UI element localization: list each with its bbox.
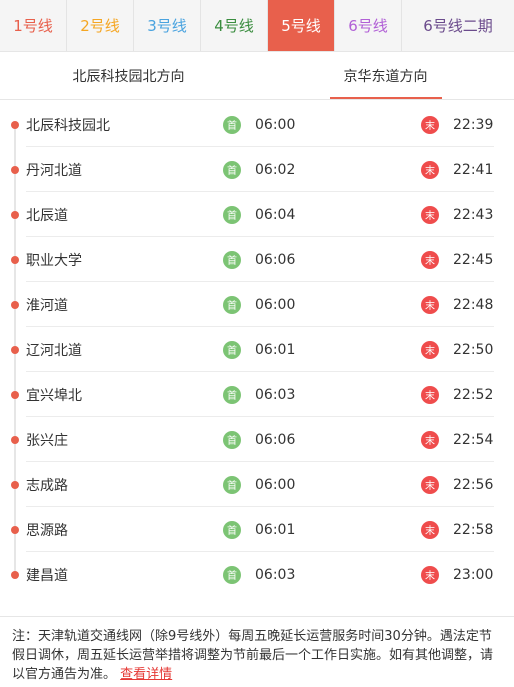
station-row: 宜兴埠北 首 06:03 末 22:52 (0, 372, 514, 417)
line-tab-1[interactable]: 1号线 (0, 0, 67, 51)
last-train-badge: 末 (421, 160, 439, 179)
last-train-time: 22:41 (453, 161, 494, 178)
service-note: 注：天津轨道交通线网（除9号线外）每周五晚延长运营服务时间30分钟。遇法定节假日… (0, 616, 514, 687)
last-train-time: 22:54 (453, 431, 494, 448)
first-train-badge: 首 (223, 295, 241, 314)
first-train-badge: 首 (223, 205, 241, 224)
last-train-time: 22:48 (453, 296, 494, 313)
last-train-time: 23:00 (453, 566, 494, 583)
first-train-badge: 首 (223, 160, 241, 179)
station-row: 思源路 首 06:01 末 22:58 (0, 507, 514, 552)
last-train-time: 22:43 (453, 206, 494, 223)
station-name: 淮河道 (26, 297, 68, 314)
first-train-time: 06:01 (255, 521, 296, 538)
last-train-time: 22:52 (453, 386, 494, 403)
last-train-badge: 末 (421, 115, 439, 134)
station-name: 辽河北道 (26, 342, 82, 359)
station-dot (11, 255, 19, 264)
first-train-time: 06:06 (255, 251, 296, 268)
station-dot (11, 300, 19, 309)
line-tabs: 1号线 2号线 3号线 4号线 5号线 6号线 6号线二期 (0, 0, 514, 52)
line-tab-3[interactable]: 3号线 (134, 0, 201, 51)
first-train-badge: 首 (223, 520, 241, 539)
station-dot (11, 390, 19, 399)
last-train-time: 22:50 (453, 341, 494, 358)
direction-tab-1[interactable]: 北辰科技园北方向 (0, 52, 257, 99)
first-train-time: 06:02 (255, 161, 296, 178)
last-train-badge: 末 (421, 385, 439, 404)
line-tab-5[interactable]: 5号线 (268, 0, 335, 51)
station-name: 北辰道 (26, 207, 68, 224)
first-train-time: 06:06 (255, 431, 296, 448)
station-dot (11, 480, 19, 489)
station-name: 北辰科技园北 (26, 117, 110, 134)
station-name: 张兴庄 (26, 432, 68, 449)
first-train-badge: 首 (223, 430, 241, 449)
station-dot (11, 570, 19, 579)
first-train-badge: 首 (223, 565, 241, 584)
station-name: 建昌道 (26, 567, 68, 584)
last-train-badge: 末 (421, 520, 439, 539)
station-dot (11, 120, 19, 129)
direction-tabs: 北辰科技园北方向 京华东道方向 (0, 52, 514, 100)
station-dot (11, 435, 19, 444)
view-details-link[interactable]: 查看详情 (120, 667, 172, 682)
direction-tab-2[interactable]: 京华东道方向 (257, 52, 514, 99)
service-note-text: 注：天津轨道交通线网（除9号线外）每周五晚延长运营服务时间30分钟。遇法定节假日… (12, 629, 494, 682)
last-train-badge: 末 (421, 250, 439, 269)
station-row: 张兴庄 首 06:06 末 22:54 (0, 417, 514, 462)
first-train-time: 06:01 (255, 341, 296, 358)
station-dot (11, 165, 19, 174)
station-row: 职业大学 首 06:06 末 22:45 (0, 237, 514, 282)
station-row: 淮河道 首 06:00 末 22:48 (0, 282, 514, 327)
first-train-time: 06:03 (255, 566, 296, 583)
last-train-time: 22:58 (453, 521, 494, 538)
line-tab-4[interactable]: 4号线 (201, 0, 268, 51)
last-train-time: 22:45 (453, 251, 494, 268)
station-list: 北辰科技园北首 06:00 末 22:39 丹河北道首 06:02 末 22:41 北辰道首 06… (0, 102, 514, 597)
line-tab-7[interactable]: 6号线二期 (402, 0, 514, 51)
line-tab-6[interactable]: 6号线 (335, 0, 402, 51)
first-train-time: 06:04 (255, 206, 296, 223)
last-train-badge: 末 (421, 295, 439, 314)
station-dot (11, 345, 19, 354)
first-train-badge: 首 (223, 475, 241, 494)
station-row: 北辰道 首 06:04 末 22:43 (0, 192, 514, 237)
last-train-badge: 末 (421, 340, 439, 359)
station-row: 丹河北道 首 06:02 末 22:41 (0, 147, 514, 192)
first-train-time: 06:00 (255, 296, 296, 313)
station-dot (11, 210, 19, 219)
station-row: 北辰科技园北 首 06:00 末 22:39 (0, 102, 514, 147)
last-train-time: 22:56 (453, 476, 494, 493)
first-train-badge: 首 (223, 340, 241, 359)
station-name: 职业大学 (26, 252, 82, 269)
first-train-badge: 首 (223, 115, 241, 134)
station-name: 志成路 (26, 477, 68, 494)
first-train-badge: 首 (223, 250, 241, 269)
station-row: 辽河北道 首 06:01 末 22:50 (0, 327, 514, 372)
station-name: 思源路 (26, 522, 68, 539)
station-name: 丹河北道 (26, 162, 82, 179)
last-train-time: 22:39 (453, 116, 494, 133)
station-dot (11, 525, 19, 534)
last-train-badge: 末 (421, 565, 439, 584)
last-train-badge: 末 (421, 205, 439, 224)
station-name: 宜兴埠北 (26, 387, 82, 404)
first-train-time: 06:00 (255, 476, 296, 493)
first-train-badge: 首 (223, 385, 241, 404)
first-train-time: 06:00 (255, 116, 296, 133)
station-row: 建昌道 首 06:03 末 23:00 (0, 552, 514, 597)
last-train-badge: 末 (421, 475, 439, 494)
station-row: 志成路 首 06:00 末 22:56 (0, 462, 514, 507)
line-tab-2[interactable]: 2号线 (67, 0, 134, 51)
first-train-time: 06:03 (255, 386, 296, 403)
last-train-badge: 末 (421, 430, 439, 449)
